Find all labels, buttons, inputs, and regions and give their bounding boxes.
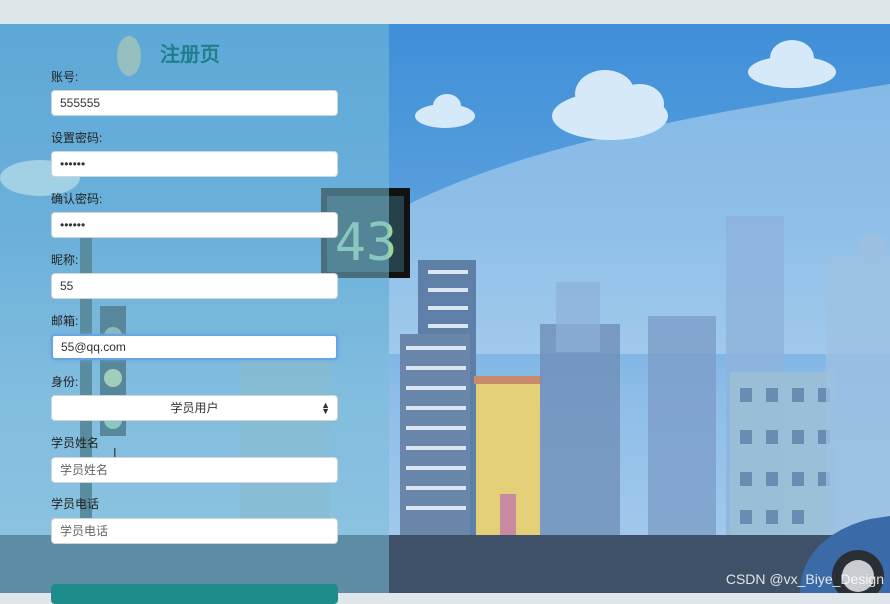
- submit-button[interactable]: [51, 584, 338, 604]
- nickname-label: 昵称:: [51, 253, 79, 267]
- browser-top-strip: [0, 0, 890, 24]
- confirm-password-input[interactable]: [51, 212, 338, 238]
- role-select-value: 学员用户: [170, 401, 219, 415]
- register-form: 注册页 账号: 设置密码: 确认密码: 昵称: 邮箱: 身份: 学员用户 ▲▼ …: [0, 24, 389, 604]
- door: [500, 494, 516, 540]
- dome: [856, 234, 888, 266]
- confirm-password-label: 确认密码:: [51, 192, 103, 206]
- nickname-input[interactable]: [51, 273, 338, 299]
- page-title: 注册页: [160, 44, 220, 66]
- cloud: [748, 40, 836, 88]
- roof: [474, 376, 542, 384]
- building: [556, 282, 600, 352]
- watermark: CSDN @vx_Biye_Design: [725, 571, 884, 587]
- role-label: 身份:: [51, 375, 79, 389]
- role-select[interactable]: 学员用户 ▲ ▼: [51, 395, 338, 421]
- building: [648, 316, 716, 540]
- student-name-input[interactable]: [51, 457, 338, 483]
- account-label: 账号:: [51, 70, 79, 84]
- building: [826, 256, 890, 540]
- password-input[interactable]: [51, 151, 338, 177]
- email-label: 邮箱:: [51, 314, 79, 328]
- student-name-label: 学员姓名: [51, 436, 100, 450]
- cloud: [415, 94, 475, 128]
- select-arrows-icon: ▲ ▼: [321, 400, 330, 416]
- account-input[interactable]: [51, 90, 338, 116]
- password-label: 设置密码:: [51, 131, 103, 145]
- building: [540, 324, 620, 540]
- text-cursor-icon: I: [113, 445, 117, 460]
- cloud: [552, 70, 668, 140]
- student-phone-input[interactable]: [51, 518, 338, 544]
- student-phone-label: 学员电话: [51, 497, 100, 511]
- email-input[interactable]: [51, 334, 338, 360]
